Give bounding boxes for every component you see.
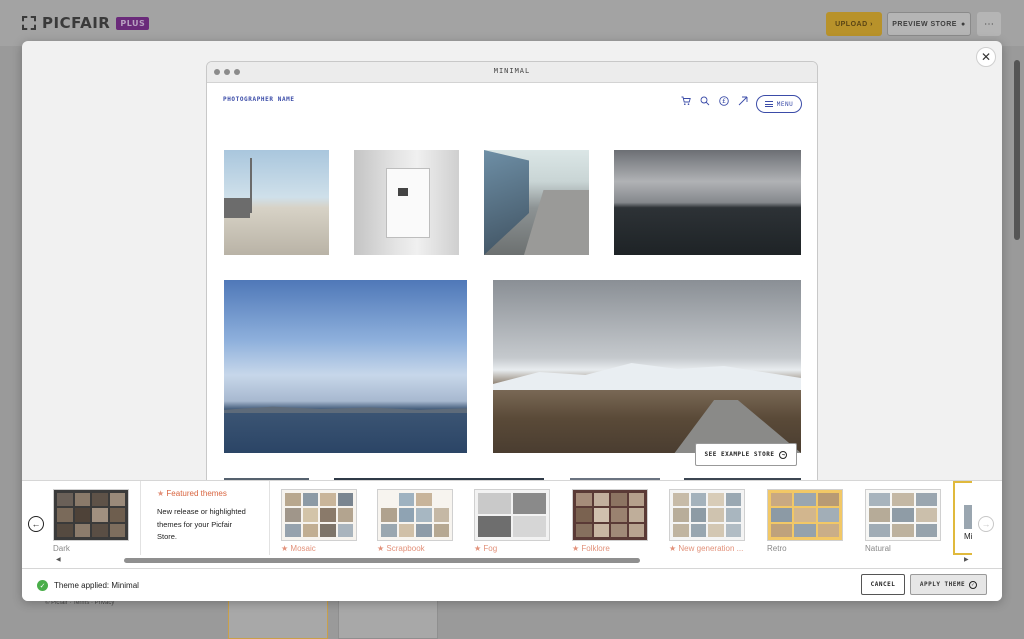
theme-thumbnail (572, 489, 648, 541)
theme-name: ★ Scrapbook (377, 544, 453, 553)
theme-name-text: Scrapbook (386, 544, 425, 553)
theme-preview-window: MINIMAL PHOTOGRAPHER NAME £ MENU SEE EXA… (206, 61, 818, 501)
theme-name: Natural (865, 544, 891, 553)
theme-name: Mi (964, 532, 972, 541)
preview-photo (224, 150, 329, 255)
preview-store-button: PREVIEW STORE ● (887, 12, 971, 36)
background-card (228, 600, 328, 639)
theme-card-fog[interactable]: ★ Fog (474, 489, 550, 553)
close-icon[interactable]: ✕ (976, 47, 996, 67)
store-nav-icons: £ (680, 95, 748, 106)
star-icon: ★ (281, 544, 289, 553)
logo-mark-icon (22, 16, 36, 30)
theme-card-scrapbook[interactable]: ★ Scrapbook (377, 489, 453, 553)
theme-thumbnail (281, 489, 357, 541)
theme-name: Retro (767, 544, 787, 553)
featured-description: New release or highlighted themes for yo… (157, 507, 246, 541)
hamburger-icon (764, 101, 773, 107)
see-example-store-button[interactable]: SEE EXAMPLE STORE → (695, 443, 797, 466)
theme-name: ★ Mosaic (281, 544, 357, 553)
scroll-left-arrow-icon[interactable]: ◀ (56, 556, 61, 563)
theme-card-mosaic[interactable]: ★ Mosaic (281, 489, 357, 553)
check-circle-icon: ✓ (37, 580, 48, 591)
eye-icon: ● (960, 20, 966, 28)
theme-status: ✓ Theme applied: Minimal (37, 580, 139, 591)
scroll-right-icon[interactable]: → (978, 516, 994, 532)
preview-store-label: PREVIEW STORE (892, 20, 957, 28)
scroll-right-arrow-icon[interactable]: ▶ (964, 556, 969, 563)
photographer-name: PHOTOGRAPHER NAME (223, 96, 295, 103)
theme-card-natural[interactable]: Natural (865, 489, 941, 553)
picfair-logo: PICFAIR PLUS (22, 14, 150, 32)
store-preview: PHOTOGRAPHER NAME £ MENU SEE EXAMPLE STO… (207, 83, 817, 500)
preview-window-title: MINIMAL (493, 67, 531, 75)
theme-thumbnail (767, 489, 843, 541)
star-icon: ★ (377, 544, 385, 553)
theme-thumbnail (865, 489, 941, 541)
preview-photo (484, 150, 589, 255)
scroll-left-icon[interactable]: ← (28, 516, 44, 532)
app-header: PICFAIR PLUS UPLOAD › PREVIEW STORE ● ⋯ (0, 0, 1024, 46)
store-menu-button[interactable]: MENU (756, 95, 802, 113)
star-icon: ★ (157, 489, 165, 498)
featured-themes-info: ★ Featured themes New release or highlig… (140, 481, 270, 555)
search-icon[interactable] (699, 95, 710, 106)
status-text: Theme applied: Minimal (54, 581, 139, 590)
star-icon: ★ (474, 544, 482, 553)
theme-name: ★ New generation ... (669, 544, 745, 553)
background-card (338, 600, 438, 639)
background-rail (1002, 60, 1024, 639)
featured-title: ★ Featured themes (157, 489, 253, 498)
theme-name: Dark (53, 544, 70, 553)
upload-button: UPLOAD › (826, 12, 882, 36)
horizontal-scrollbar-thumb[interactable] (124, 558, 640, 563)
more-menu-icon: ⋯ (977, 12, 1001, 36)
theme-card-new-generation[interactable]: ★ New generation ... (669, 489, 745, 553)
share-icon[interactable] (737, 95, 748, 106)
page-scrollbar (1014, 60, 1020, 240)
preview-photo (614, 150, 801, 255)
theme-name-text: Folklore (581, 544, 610, 553)
theme-card-folklore[interactable]: ★ Folklore (572, 489, 648, 553)
theme-thumbnail (964, 505, 972, 529)
apply-theme-label: APPLY THEME (919, 581, 966, 588)
preview-photo (493, 280, 801, 453)
featured-title-text: Featured themes (166, 489, 227, 498)
cancel-button[interactable]: CANCEL (861, 574, 905, 595)
theme-name-text: Mosaic (290, 544, 316, 553)
theme-name: ★ Fog (474, 544, 550, 553)
upload-label: UPLOAD (835, 20, 868, 28)
browser-titlebar: MINIMAL (207, 62, 817, 83)
preview-photo (354, 150, 459, 255)
logo-badge: PLUS (116, 16, 150, 30)
theme-thumbnail (377, 489, 453, 541)
arrow-right-circle-icon: → (779, 450, 788, 459)
see-example-label: SEE EXAMPLE STORE (704, 451, 775, 458)
cart-icon[interactable] (680, 95, 691, 106)
theme-thumbnail (53, 489, 129, 541)
theme-modal: ✕ MINIMAL PHOTOGRAPHER NAME £ MENU SEE E… (22, 41, 1002, 601)
menu-label: MENU (776, 100, 794, 108)
theme-card-retro[interactable]: Retro (767, 489, 843, 553)
theme-name: ★ Folklore (572, 544, 648, 553)
modal-footer: ✓ Theme applied: Minimal CANCEL APPLY TH… (22, 568, 1002, 601)
currency-pound-icon[interactable]: £ (718, 95, 729, 106)
star-icon: ★ (669, 544, 677, 553)
theme-card-dark[interactable]: Dark (53, 489, 129, 553)
theme-thumbnail (669, 489, 745, 541)
check-circle-outline-icon: ✓ (969, 580, 978, 589)
logo-text: PICFAIR (42, 14, 111, 32)
apply-theme-button[interactable]: APPLY THEME ✓ (910, 574, 987, 595)
theme-picker: ← Dark ★ Featured themes New release or … (22, 480, 1002, 568)
theme-name-text: Fog (483, 544, 498, 553)
star-icon: ★ (572, 544, 580, 553)
theme-card-minimal[interactable]: Mi (953, 481, 972, 555)
theme-thumbnail (474, 489, 550, 541)
svg-text:£: £ (722, 98, 726, 105)
preview-photo (224, 280, 467, 453)
theme-name-text: New generation ... (678, 544, 744, 553)
